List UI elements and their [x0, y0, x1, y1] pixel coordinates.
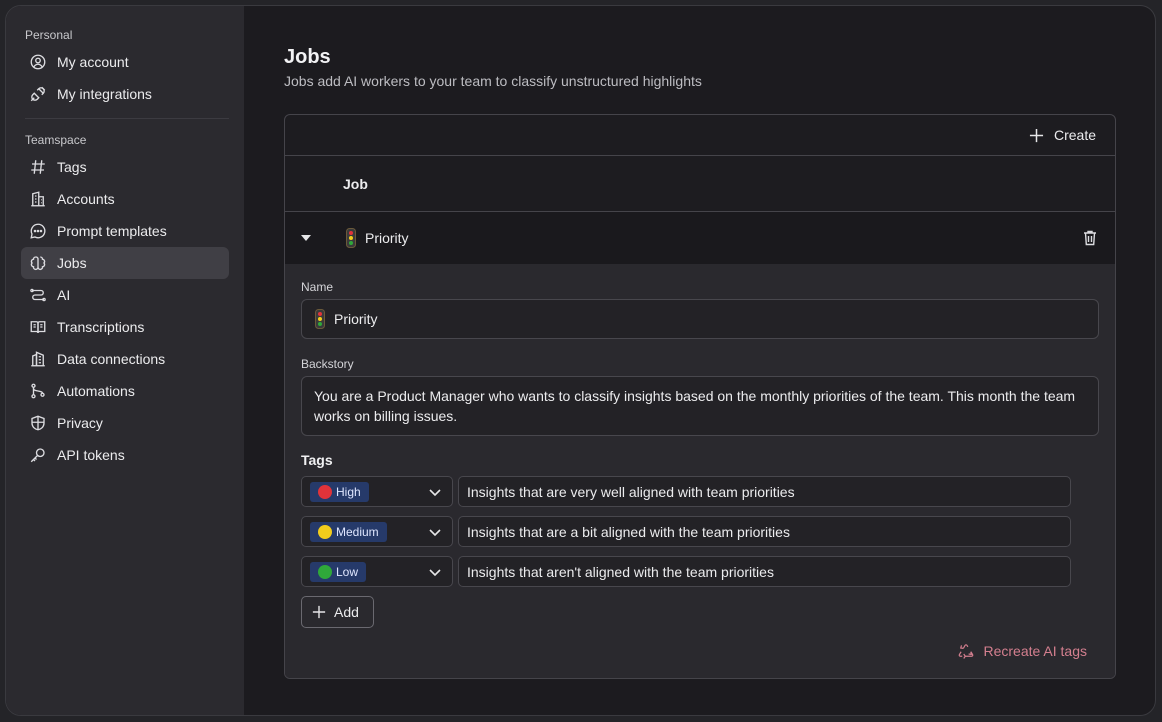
job-detail: Name Priority Backstory You are a Produc… — [285, 264, 1115, 678]
sidebar-item-label: My account — [57, 54, 129, 70]
tag-select[interactable]: High — [301, 476, 453, 507]
recreate-ai-tags-button[interactable]: Recreate AI tags — [957, 642, 1087, 660]
sidebar-item-label: Automations — [57, 383, 135, 399]
tag-badge-high: High — [310, 481, 369, 502]
tags-heading: Tags — [301, 452, 333, 468]
sidebar-item-label: AI — [57, 287, 71, 303]
yellow-circle-icon — [318, 524, 332, 539]
sidebar-item-my-account[interactable]: My account — [21, 46, 229, 78]
user-circle-icon — [30, 54, 46, 70]
sidebar-item-api-tokens[interactable]: API tokens — [21, 439, 229, 471]
sidebar-item-tags[interactable]: Tags — [21, 151, 229, 183]
tag-description-field[interactable]: Insights that are very well aligned with… — [458, 476, 1071, 507]
backstory-field[interactable]: You are a Product Manager who wants to c… — [301, 376, 1099, 436]
sidebar-item-label: Privacy — [57, 415, 103, 431]
hash-icon — [31, 160, 45, 174]
sidebar-item-accounts[interactable]: Accounts — [21, 183, 229, 215]
page-subtitle: Jobs add AI workers to your team to clas… — [284, 73, 702, 89]
tag-badge-medium: Medium — [310, 521, 387, 542]
panel-toolbar: Create — [285, 115, 1115, 156]
sidebar-item-label: My integrations — [57, 86, 152, 102]
building-icon — [31, 191, 45, 207]
tag-row-medium: Medium Insights that are a bit aligned w… — [301, 516, 1099, 547]
tag-badge-label: High — [336, 484, 361, 499]
plus-icon — [312, 605, 326, 619]
sidebar-item-label: Data connections — [57, 351, 166, 367]
settings-window: Personal My account My integrations Team… — [5, 5, 1156, 716]
sidebar-item-label: Prompt templates — [57, 223, 167, 239]
key-icon — [30, 448, 45, 463]
sidebar-item-ai[interactable]: AI — [21, 279, 229, 311]
name-field-value: Priority — [334, 311, 378, 327]
red-circle-icon — [318, 484, 332, 499]
sidebar-item-my-integrations[interactable]: My integrations — [21, 78, 229, 110]
sidebar-item-label: API tokens — [57, 447, 125, 463]
add-tag-button-label: Add — [334, 604, 359, 620]
main-content: Jobs Jobs add AI workers to your team to… — [244, 6, 1155, 715]
sidebar-section-personal: Personal — [25, 28, 73, 42]
create-button-label: Create — [1053, 127, 1096, 143]
caret-down-icon[interactable] — [299, 231, 313, 245]
chevron-down-icon — [429, 488, 441, 496]
traffic-light-icon — [315, 309, 325, 329]
route-icon — [30, 288, 46, 302]
column-header-job: Job — [285, 156, 1115, 212]
recycle-icon — [959, 644, 974, 659]
tag-select[interactable]: Medium — [301, 516, 453, 547]
sidebar-item-label: Jobs — [57, 255, 87, 271]
plus-icon — [1029, 128, 1044, 142]
jobs-panel: Create Job Priority Name Priority Backst… — [284, 114, 1116, 679]
tag-select[interactable]: Low — [301, 556, 453, 587]
tag-row-low: Low Insights that aren't aligned with th… — [301, 556, 1099, 587]
chevron-down-icon — [429, 568, 441, 576]
git-branch-icon — [31, 383, 45, 399]
sidebar-item-data-connections[interactable]: Data connections — [21, 343, 229, 375]
tag-badge-label: Medium — [336, 524, 379, 539]
buildings-icon — [31, 351, 45, 367]
sidebar-divider — [25, 118, 229, 119]
sidebar-item-label: Accounts — [57, 191, 115, 207]
job-row-priority[interactable]: Priority — [285, 212, 1115, 264]
plug-icon — [30, 86, 46, 102]
sidebar-item-jobs[interactable]: Jobs — [21, 247, 229, 279]
sidebar-item-label: Tags — [57, 159, 87, 175]
job-name: Priority — [365, 230, 409, 246]
name-field[interactable]: Priority — [301, 299, 1099, 339]
recreate-ai-tags-label: Recreate AI tags — [983, 643, 1087, 659]
chat-bubble-icon — [30, 223, 46, 239]
trash-icon[interactable] — [1083, 230, 1097, 246]
sidebar-item-label: Transcriptions — [57, 319, 145, 335]
tag-badge-low: Low — [310, 561, 367, 582]
page-title: Jobs — [284, 46, 331, 68]
brain-icon — [30, 256, 46, 271]
sidebar-item-automations[interactable]: Automations — [21, 375, 229, 407]
green-circle-icon — [318, 564, 332, 579]
sidebar-section-teamspace: Teamspace — [25, 133, 87, 147]
book-icon — [30, 321, 46, 334]
add-tag-button[interactable]: Add — [301, 596, 374, 628]
sidebar: Personal My account My integrations Team… — [6, 6, 244, 715]
tag-description-field[interactable]: Insights that aren't aligned with the te… — [458, 556, 1071, 587]
sidebar-item-transcriptions[interactable]: Transcriptions — [21, 311, 229, 343]
create-button[interactable]: Create — [1029, 127, 1096, 143]
tag-badge-label: Low — [336, 564, 359, 579]
chevron-down-icon — [429, 528, 441, 536]
tag-row-high: High Insights that are very well aligned… — [301, 476, 1099, 507]
traffic-light-icon — [346, 228, 356, 248]
tag-description-field[interactable]: Insights that are a bit aligned with the… — [458, 516, 1071, 547]
backstory-field-label: Backstory — [301, 357, 354, 371]
sidebar-item-prompt-templates[interactable]: Prompt templates — [21, 215, 229, 247]
shield-icon — [31, 415, 45, 431]
sidebar-item-privacy[interactable]: Privacy — [21, 407, 229, 439]
name-field-label: Name — [301, 280, 334, 294]
